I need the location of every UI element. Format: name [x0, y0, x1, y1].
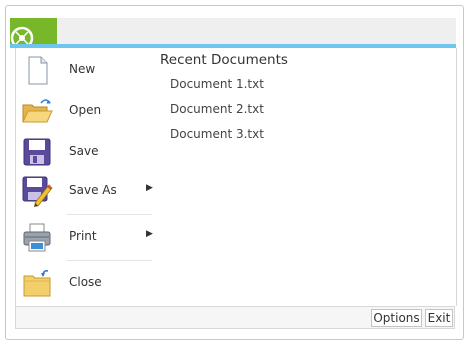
backstage-view: New Open Save Save As ▶ Print ▶ Close Re…	[15, 48, 457, 306]
app-logo-icon	[10, 26, 34, 44]
exit-button[interactable]: Exit	[425, 309, 453, 327]
menu-item-save-as[interactable]: Save As ▶	[16, 173, 154, 209]
application-menu-button[interactable]	[10, 18, 57, 44]
ribbon-header	[10, 18, 456, 44]
menu-item-label: Open	[69, 103, 102, 117]
backstage-footer: Options Exit	[15, 306, 455, 329]
menu-item-label: Close	[69, 275, 102, 289]
save-disk-icon	[21, 136, 53, 168]
menu-item-print[interactable]: Print ▶	[16, 219, 154, 255]
menu-item-label: Print	[69, 229, 97, 243]
submenu-arrow-icon: ▶	[146, 229, 153, 239]
open-folder-icon	[21, 95, 53, 127]
menu-item-save[interactable]: Save	[16, 134, 154, 170]
menu-item-label: Save	[69, 144, 99, 158]
menu-separator	[66, 214, 152, 215]
recent-document-item[interactable]: Document 2.txt	[170, 102, 264, 116]
menu-separator	[66, 260, 152, 261]
menu-item-label: New	[69, 62, 96, 76]
close-folder-icon	[21, 267, 53, 299]
options-button[interactable]: Options	[371, 309, 422, 327]
recent-document-item[interactable]: Document 3.txt	[170, 127, 264, 141]
menu-item-open[interactable]: Open	[16, 93, 154, 129]
new-document-icon	[21, 54, 53, 86]
save-as-icon	[21, 175, 53, 207]
recent-document-item[interactable]: Document 1.txt	[170, 77, 264, 91]
printer-icon	[21, 221, 53, 253]
menu-item-label: Save As	[69, 183, 117, 197]
recent-documents-heading: Recent Documents	[160, 52, 288, 68]
submenu-arrow-icon: ▶	[146, 183, 153, 193]
menu-item-close[interactable]: Close	[16, 265, 154, 301]
menu-item-new[interactable]: New	[16, 52, 154, 88]
